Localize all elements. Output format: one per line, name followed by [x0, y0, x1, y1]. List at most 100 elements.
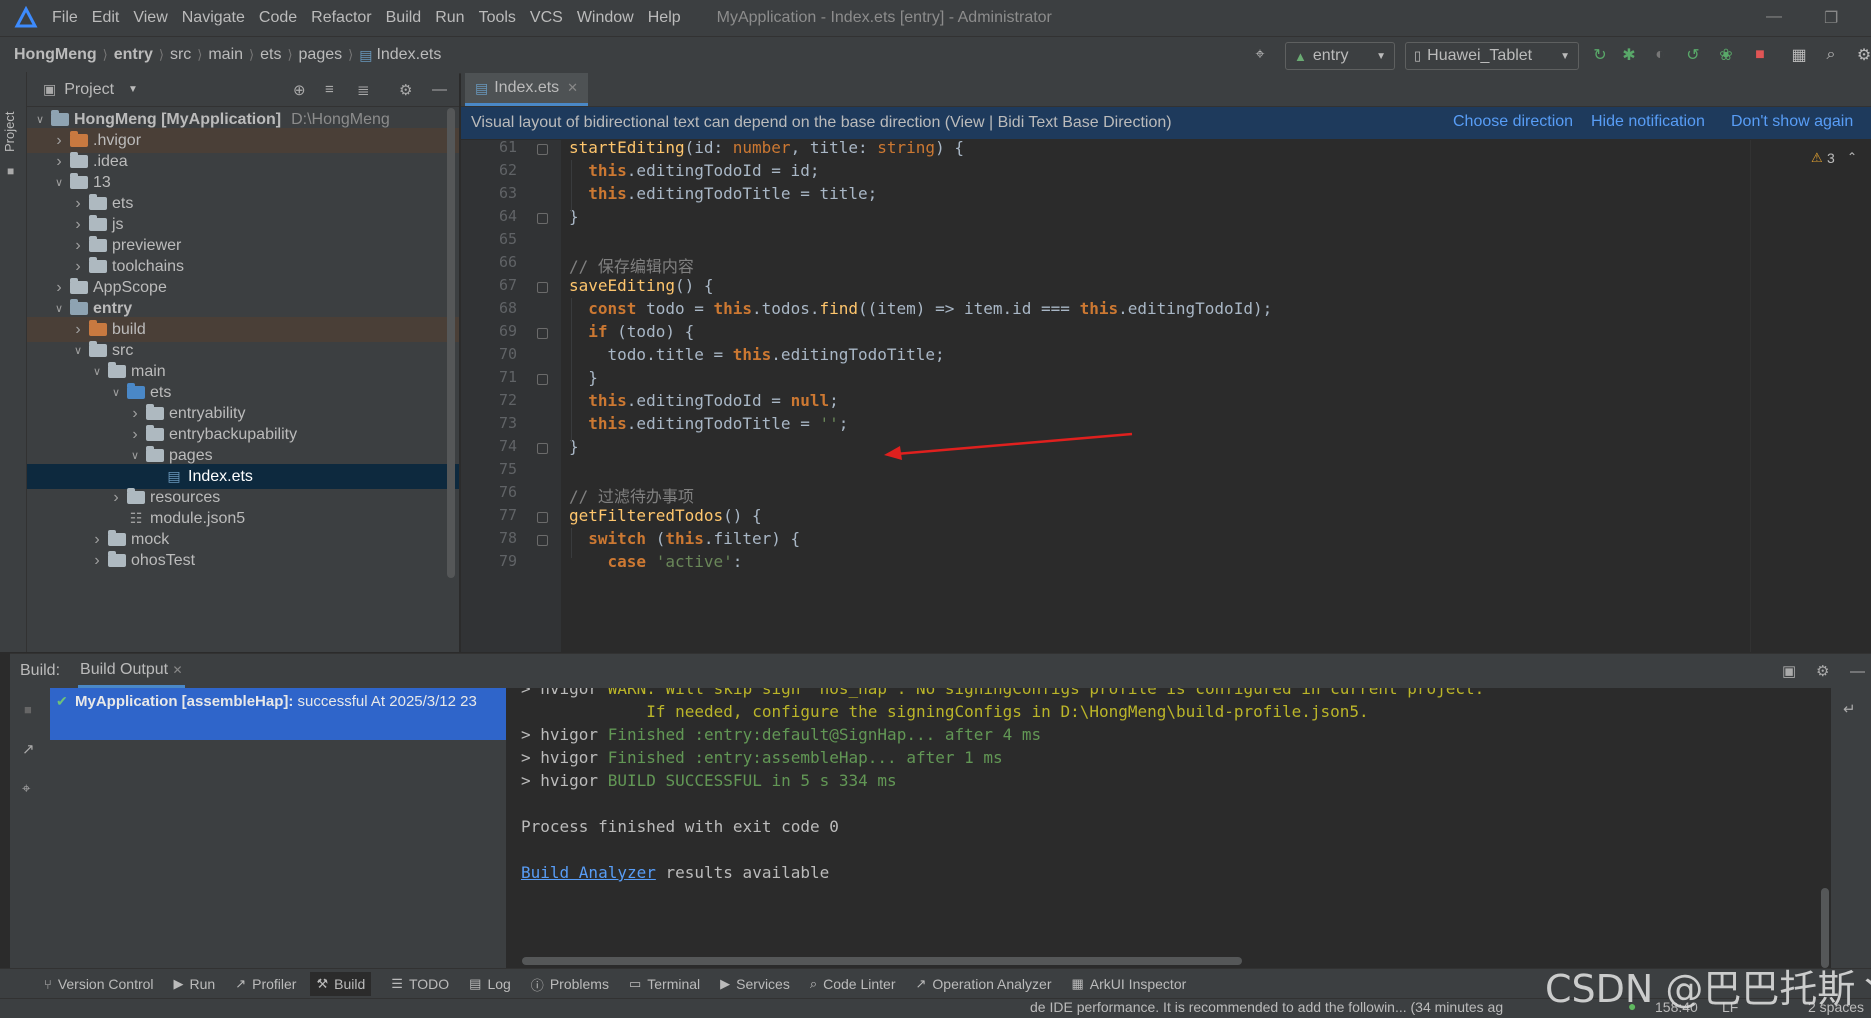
- restore-icon[interactable]: ❐: [1824, 8, 1838, 28]
- open-external-icon[interactable]: ↗: [22, 740, 35, 758]
- tree-item[interactable]: › ohosTest: [27, 548, 459, 573]
- fold-marker-icon[interactable]: [537, 282, 548, 293]
- project-tool-button[interactable]: Project: [2, 92, 17, 152]
- breadcrumb-item[interactable]: Index.ets: [376, 46, 441, 64]
- pin-icon[interactable]: ⌖: [22, 780, 30, 797]
- breadcrumb-item[interactable]: main: [208, 46, 243, 64]
- target-icon[interactable]: ⌖: [1251, 46, 1269, 64]
- chevron-right-icon[interactable]: ›: [71, 321, 85, 339]
- hide-notification-link[interactable]: Hide notification: [1591, 113, 1705, 131]
- chevron-down-icon[interactable]: ∨: [52, 176, 66, 189]
- minimize-icon[interactable]: —: [1766, 8, 1782, 26]
- tool-todo[interactable]: ☰ TODO: [391, 976, 449, 992]
- gear-icon[interactable]: ⚙: [1816, 662, 1829, 680]
- chevron-right-icon[interactable]: ›: [128, 405, 142, 423]
- project-structure-icon[interactable]: ▦: [1790, 46, 1808, 64]
- tab-build-output[interactable]: Build Output ✕: [78, 655, 185, 688]
- menu-code[interactable]: Code: [259, 9, 297, 27]
- tool-version-control[interactable]: ⑂ Version Control: [44, 976, 154, 992]
- tab-index-ets[interactable]: ▤ Index.ets ✕: [465, 73, 589, 106]
- warning-icon[interactable]: ⚠: [1811, 150, 1823, 166]
- chevron-down-icon[interactable]: ∨: [109, 386, 123, 399]
- chevron-right-icon[interactable]: ›: [71, 237, 85, 255]
- fold-marker-icon[interactable]: [537, 512, 548, 523]
- rerun-icon[interactable]: ↻: [1591, 46, 1609, 64]
- fold-marker-icon[interactable]: [537, 535, 548, 546]
- run-config-select[interactable]: ▲ entry ▼: [1285, 42, 1395, 70]
- chevron-right-icon[interactable]: ›: [52, 153, 66, 171]
- console-vertical-scrollbar[interactable]: [1821, 888, 1829, 968]
- layout-icon[interactable]: ▣: [1782, 662, 1796, 680]
- chevron-right-icon[interactable]: ›: [71, 216, 85, 234]
- breadcrumb-item[interactable]: ets: [260, 46, 281, 64]
- menu-help[interactable]: Help: [648, 9, 681, 27]
- fold-marker-icon[interactable]: [537, 213, 548, 224]
- chevron-down-icon[interactable]: ∨: [52, 302, 66, 315]
- build-task-item[interactable]: ✔ MyApplication [assembleHap]: successfu…: [50, 688, 506, 740]
- settings-icon[interactable]: ⚙: [1855, 46, 1871, 64]
- hide-panel-icon[interactable]: —: [1850, 663, 1865, 680]
- menu-file[interactable]: File: [52, 9, 78, 27]
- tool-log[interactable]: ▤ Log: [469, 976, 511, 992]
- menu-navigate[interactable]: Navigate: [182, 9, 245, 27]
- build-analyzer-link[interactable]: Build Analyzer: [521, 863, 656, 882]
- fold-marker-icon[interactable]: [537, 144, 548, 155]
- gear-icon[interactable]: ⚙: [399, 81, 412, 99]
- breadcrumb-item[interactable]: entry: [114, 46, 153, 64]
- debug-icon[interactable]: ✱: [1620, 46, 1638, 64]
- choose-direction-link[interactable]: Choose direction: [1453, 113, 1573, 131]
- tool-code-linter[interactable]: ⌕ Code Linter: [810, 976, 896, 992]
- stop-icon[interactable]: ■: [1751, 46, 1769, 64]
- tool-profiler[interactable]: ↗ Profiler: [235, 976, 296, 992]
- tree-scrollbar[interactable]: [447, 108, 455, 578]
- dont-show-again-link[interactable]: Don't show again: [1731, 113, 1853, 131]
- project-view-title[interactable]: Project: [64, 81, 114, 99]
- chevron-right-icon[interactable]: ›: [71, 195, 85, 213]
- menu-view[interactable]: View: [133, 9, 167, 27]
- status-message[interactable]: de IDE performance. It is recommended to…: [1030, 999, 1503, 1015]
- chevron-right-icon[interactable]: ›: [71, 258, 85, 276]
- breadcrumb-item[interactable]: pages: [299, 46, 343, 64]
- breadcrumb-item[interactable]: src: [170, 46, 191, 64]
- fold-marker-icon[interactable]: [537, 328, 548, 339]
- locate-icon[interactable]: ⊕: [293, 81, 306, 99]
- fold-marker-icon[interactable]: [537, 443, 548, 454]
- chevron-right-icon[interactable]: ›: [128, 426, 142, 444]
- chevron-right-icon[interactable]: ›: [90, 531, 104, 549]
- menu-edit[interactable]: Edit: [92, 9, 120, 27]
- menu-vcs[interactable]: VCS: [530, 9, 563, 27]
- menu-run[interactable]: Run: [435, 9, 464, 27]
- chevron-right-icon[interactable]: ›: [52, 132, 66, 150]
- breadcrumb-item[interactable]: HongMeng: [14, 46, 97, 64]
- device-select[interactable]: ▯ Huawei_Tablet ▼: [1405, 42, 1579, 70]
- close-icon[interactable]: ✕: [567, 80, 578, 96]
- chevron-down-icon[interactable]: ∨: [90, 365, 104, 378]
- chevron-right-icon[interactable]: ›: [52, 279, 66, 297]
- code-editor[interactable]: startEditing(id: number, title: string) …: [561, 140, 1751, 652]
- menu-refactor[interactable]: Refactor: [311, 9, 371, 27]
- apply-changes-icon[interactable]: ↺: [1684, 46, 1702, 64]
- chevron-up-icon[interactable]: ⌃: [1847, 150, 1857, 164]
- chevron-down-icon[interactable]: ∨: [71, 344, 85, 357]
- tool-problems[interactable]: ⓘ Problems: [531, 975, 609, 994]
- fold-marker-icon[interactable]: [537, 374, 548, 385]
- tool-build[interactable]: ⚒ Build: [310, 972, 372, 996]
- expand-all-icon[interactable]: ≡: [325, 81, 334, 98]
- chevron-right-icon[interactable]: ›: [109, 489, 123, 507]
- console-horizontal-scrollbar[interactable]: [522, 957, 1242, 965]
- tool-services[interactable]: ▶ Services: [720, 976, 790, 992]
- chevron-down-icon[interactable]: ∨: [128, 449, 142, 462]
- menu-window[interactable]: Window: [577, 9, 634, 27]
- close-icon[interactable]: ✕: [173, 663, 183, 677]
- profile-icon[interactable]: ❀: [1717, 46, 1735, 64]
- soft-wrap-icon[interactable]: ↵: [1843, 700, 1856, 718]
- collapse-all-icon[interactable]: ≣: [357, 81, 370, 99]
- menu-tools[interactable]: Tools: [479, 9, 516, 27]
- hide-panel-icon[interactable]: —: [432, 81, 447, 98]
- warnings-count[interactable]: 3: [1827, 150, 1835, 166]
- tool-terminal[interactable]: ▭ Terminal: [629, 976, 700, 992]
- tool-operation-analyzer[interactable]: ↗ Operation Analyzer: [916, 976, 1052, 992]
- chevron-down-icon[interactable]: ▼: [128, 84, 138, 95]
- search-icon[interactable]: ⌕: [1822, 46, 1840, 64]
- stop-icon[interactable]: ■: [24, 702, 32, 717]
